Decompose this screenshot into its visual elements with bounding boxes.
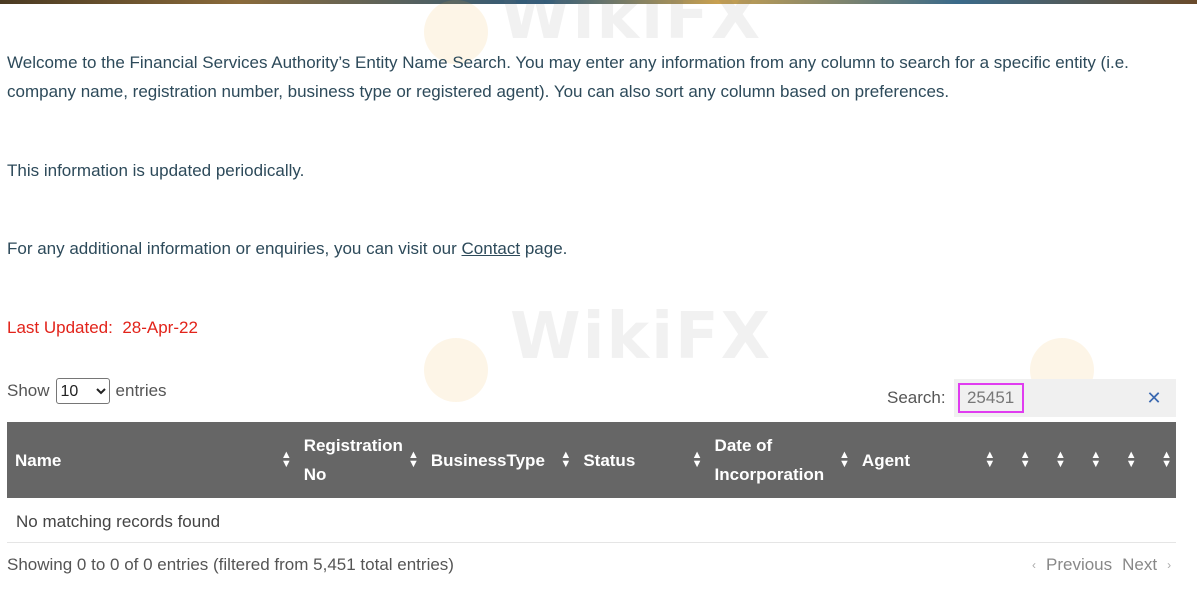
sort-icon: ▲ ▼: [1125, 449, 1137, 470]
close-icon[interactable]: ✕: [1147, 388, 1162, 409]
sort-icon: ▲ ▼: [1019, 449, 1031, 470]
pagination: ‹ Previous Next ›: [1032, 555, 1171, 575]
previous-button[interactable]: Previous: [1046, 555, 1112, 575]
contact-prefix: For any additional information or enquir…: [7, 239, 462, 258]
search-input-value[interactable]: 25451: [957, 383, 1024, 413]
next-button[interactable]: Next: [1122, 555, 1157, 575]
entries-length-control: Show 10 entries: [7, 378, 167, 404]
watermark-logo: [424, 338, 488, 402]
column-header-registration-no[interactable]: Registration No ▲ ▼: [296, 422, 423, 498]
show-label: Show: [7, 381, 50, 400]
entries-label: entries: [115, 381, 167, 400]
contact-link[interactable]: Contact: [462, 239, 521, 258]
chevron-left-icon: ‹: [1032, 558, 1036, 572]
update-note: This information is updated periodically…: [7, 161, 305, 180]
contact-suffix: page.: [520, 239, 568, 258]
column-header-date-of-incorporation[interactable]: Date of Incorporation ▲ ▼: [707, 422, 854, 498]
empty-message: No matching records found: [7, 498, 1176, 543]
sort-icon: ▲ ▼: [839, 449, 850, 470]
watermark: WikiFX: [500, 0, 763, 54]
column-header-agent[interactable]: Agent ▲ ▼: [854, 422, 999, 498]
intro-text: Welcome to the Financial Services Author…: [7, 53, 1129, 101]
entries-select[interactable]: 10: [55, 378, 110, 404]
watermark: WikiFX: [510, 300, 773, 374]
sort-icon: ▲ ▼: [408, 449, 419, 470]
table-row: No matching records found: [7, 498, 1176, 543]
column-header-extra[interactable]: ▲ ▼: [1141, 422, 1176, 498]
column-header-extra[interactable]: ▲ ▼: [1105, 422, 1140, 498]
column-header-status[interactable]: Status ▲ ▼: [575, 422, 706, 498]
search-label: Search:: [887, 388, 946, 407]
sort-icon: ▲ ▼: [1055, 449, 1066, 470]
sort-icon: ▲ ▼: [984, 449, 996, 470]
column-header-extra[interactable]: ▲ ▼: [1070, 422, 1105, 498]
last-updated-label: Last Updated:: [7, 318, 113, 337]
table-info: Showing 0 to 0 of 0 entries (filtered fr…: [7, 555, 454, 574]
sort-icon: ▲ ▼: [560, 449, 572, 470]
contact-paragraph: For any additional information or enquir…: [7, 234, 567, 263]
search-control: Search: 25451 ✕: [887, 378, 1176, 418]
entity-table: Name ▲ ▼ Registration No ▲ ▼ BusinessType ▲ ▼ …: [7, 422, 1176, 543]
chevron-right-icon: ›: [1167, 558, 1172, 572]
search-input[interactable]: 25451 ✕: [953, 379, 1176, 417]
sort-icon: ▲ ▼: [691, 449, 703, 470]
sort-icon: ▲ ▼: [280, 449, 292, 470]
last-updated-value: 28-Apr-22: [122, 318, 198, 337]
table-header-row: Name ▲ ▼ Registration No ▲ ▼ BusinessType ▲ ▼ …: [7, 422, 1176, 498]
sort-icon: ▲ ▼: [1090, 449, 1102, 470]
last-updated: Last Updated: 28-Apr-22: [7, 313, 198, 342]
column-header-name[interactable]: Name ▲ ▼: [7, 422, 296, 498]
column-header-business-type[interactable]: BusinessType ▲ ▼: [423, 422, 575, 498]
column-header-extra[interactable]: ▲ ▼: [999, 422, 1034, 498]
sort-icon: ▲ ▼: [1161, 449, 1172, 470]
column-header-extra[interactable]: ▲ ▼: [1035, 422, 1070, 498]
